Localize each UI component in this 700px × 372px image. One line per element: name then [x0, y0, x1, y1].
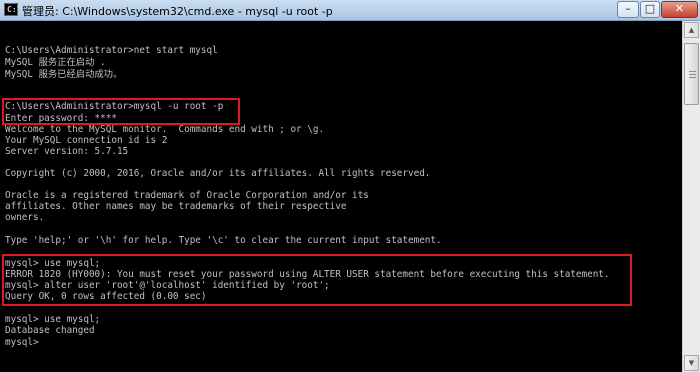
highlight-box-alter-user: [2, 254, 632, 306]
minimize-icon: –: [625, 2, 631, 15]
cmd-window: C:\ 管理员: C:\Windows\system32\cmd.exe - m…: [0, 0, 700, 372]
console-line: affiliates. Other names may be trademark…: [5, 201, 347, 212]
console-line: Copyright (c) 2000, 2016, Oracle and/or …: [5, 168, 431, 179]
window-title: 管理员: C:\Windows\system32\cmd.exe - mysql…: [22, 5, 333, 18]
close-icon: ✕: [674, 2, 685, 15]
console-line: C:\Users\Administrator>net start mysql: [5, 45, 218, 56]
vertical-scrollbar[interactable]: ▲ ▼: [682, 21, 700, 372]
cmd-app-icon-glyph: C:\: [7, 5, 22, 14]
close-button[interactable]: ✕: [661, 1, 698, 18]
console-line: Type 'help;' or '\h' for help. Type '\c'…: [5, 235, 442, 246]
maximize-icon: □: [644, 2, 656, 15]
console-line: Database changed: [5, 325, 95, 336]
console-line: Server version: 5.7.15: [5, 146, 129, 157]
console-line: owners.: [5, 212, 45, 223]
cmd-app-icon[interactable]: C:\: [4, 3, 22, 16]
title-bar[interactable]: C:\ 管理员: C:\Windows\system32\cmd.exe - m…: [0, 0, 700, 21]
highlight-box-login: [2, 98, 240, 125]
thumb-grip-line: [689, 74, 696, 75]
console-line: MySQL 服务正在启动 .: [5, 57, 106, 68]
maximize-button[interactable]: □: [640, 1, 660, 18]
console-line: mysql>: [5, 337, 39, 348]
console-line: MySQL 服务已经启动成功。: [5, 69, 123, 80]
minimize-button[interactable]: –: [617, 1, 639, 18]
scroll-down-icon[interactable]: ▼: [684, 355, 699, 371]
scrollbar-thumb[interactable]: [684, 43, 699, 105]
thumb-grip-line: [689, 71, 696, 72]
thumb-grip-line: [689, 77, 696, 78]
scroll-up-icon[interactable]: ▲: [684, 22, 699, 38]
console-output[interactable]: C:\Users\Administrator>net start mysql M…: [0, 21, 682, 372]
